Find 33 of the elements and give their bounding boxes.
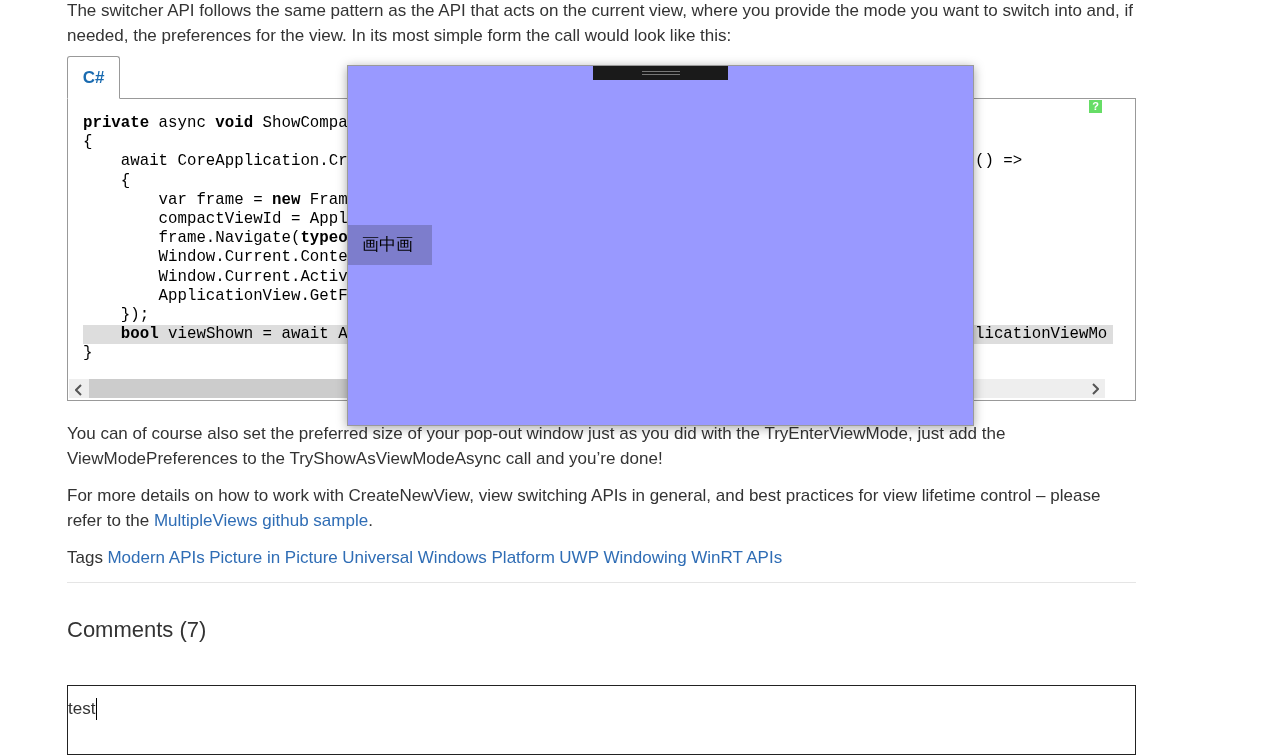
tag-link[interactable]: UWP	[559, 545, 599, 570]
code-text: frame.Navigate(typeo	[157, 229, 348, 249]
tag-link[interactable]: Universal Windows Platform	[342, 545, 555, 570]
scrollbar-thumb[interactable]	[89, 379, 347, 398]
code-text: Window.Current.Activ	[157, 267, 348, 287]
tag-link[interactable]: Windowing	[603, 545, 687, 570]
comments-heading: Comments (7)	[67, 616, 208, 644]
text-cursor	[96, 698, 98, 720]
code-tab[interactable]: C#	[67, 56, 120, 99]
github-sample-link[interactable]: MultipleViews github sample	[153, 511, 369, 530]
code-text: private async void ShowCompa	[83, 114, 348, 134]
code-text: Window.Current.Conte	[157, 248, 348, 268]
tag-link[interactable]: WinRT APIs	[691, 545, 783, 570]
code-text: ApplicationView.GetF	[157, 286, 348, 306]
code-text: bool viewShown = await A	[119, 325, 348, 345]
code-text: await CoreApplication.Cr	[119, 152, 348, 172]
tag-link[interactable]: Modern APIs	[107, 545, 205, 570]
body-paragraph: For more details on how to work with CreateNewView, view switching APIs in general, and best practices for view lifetime control – please refer to the MultipleViews github sample.	[67, 485, 1102, 532]
code-text: });	[119, 305, 150, 326]
code-text: var frame = new Fram	[157, 190, 348, 210]
code-text: licationViewMo	[975, 325, 1108, 345]
tags-label: Tags	[67, 547, 103, 569]
drag-handle[interactable]	[593, 66, 728, 80]
code-text: {	[83, 133, 93, 153]
body-paragraph: You can of course also set the preferred size of your pop-out window just as you did with the TryEnterViewMode, just add the ViewModePreferences to the TryShowAsViewModeAsync call and you’re done!	[67, 423, 1007, 470]
code-text: () =>	[975, 152, 1023, 172]
comment-input[interactable]: test	[67, 685, 1136, 755]
window-label: 画中画	[348, 225, 432, 265]
intro-paragraph: The switcher API follows the same pattern as the API that acts on the current view, where you provide the mode you want to switch into and, if needed, the preferences for the view. In its most simple form the call would look like this:	[67, 0, 1134, 47]
tag-link[interactable]: Picture in Picture	[209, 545, 338, 570]
code-text: {	[119, 171, 131, 191]
code-text: compactViewId = Appl	[157, 209, 348, 230]
code-text: }	[83, 344, 93, 364]
